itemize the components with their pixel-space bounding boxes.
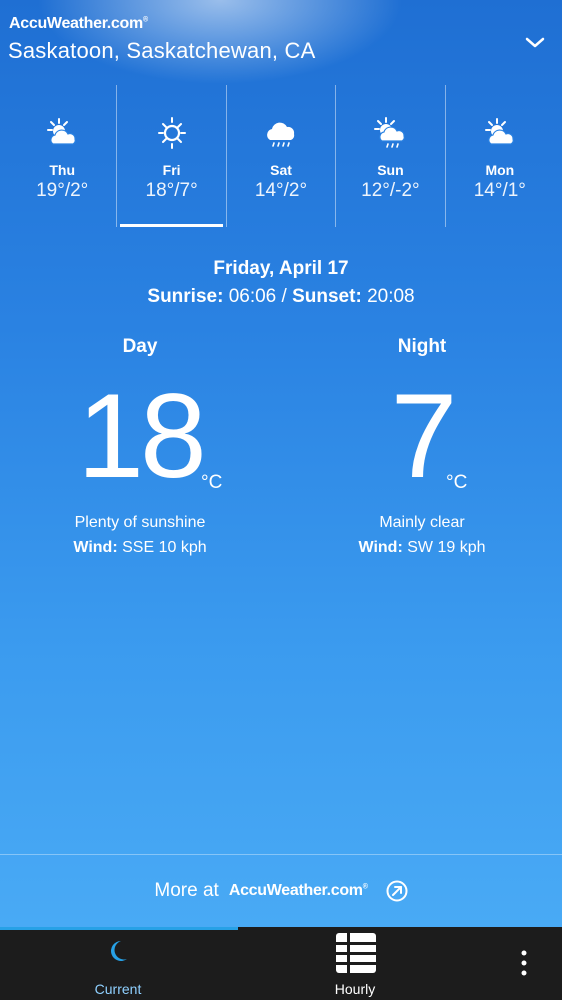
- sunrise-time: 06:06: [228, 286, 277, 307]
- sunrise-label: Sunrise:: [147, 286, 224, 307]
- bottom-navigation: Current Hourly: [0, 927, 562, 1000]
- tab-current[interactable]: Current: [68, 927, 168, 1000]
- date-block: Friday, April 17 Sunrise: 06:06 / Sunset…: [0, 258, 562, 308]
- day-temperature: 18: [77, 369, 206, 503]
- overflow-menu-icon[interactable]: [514, 950, 534, 976]
- day-wind: Wind: SSE 10 kph: [0, 539, 280, 557]
- day-wind-value: SSE 10 kph: [122, 539, 207, 556]
- forecast-day-sat[interactable]: Sat 14°/2°: [225, 85, 335, 227]
- forecast-day-thu[interactable]: Thu 19°/2°: [8, 85, 116, 227]
- partly-sunny-icon: [484, 118, 514, 145]
- day-forecast: Day 18 °C Plenty of sunshine Wind: SSE 1…: [0, 336, 280, 557]
- day-temps: 18°/7°: [145, 180, 198, 201]
- tab-hourly[interactable]: Hourly: [305, 927, 405, 1000]
- day-temps: 12°/-2°: [361, 180, 420, 201]
- night-heading: Night: [397, 336, 447, 357]
- day-name: Thu: [49, 162, 76, 178]
- day-temps: 14°/1°: [473, 180, 526, 201]
- night-temp-unit: °C: [446, 472, 468, 493]
- night-wind-label: Wind:: [358, 539, 403, 556]
- sun-separator: /: [281, 286, 287, 307]
- night-wind: Wind: SW 19 kph: [282, 539, 562, 557]
- day-name: Sat: [270, 162, 292, 178]
- grid-list-icon: [336, 933, 376, 973]
- day-temp-unit: °C: [201, 472, 223, 493]
- external-link-icon: [386, 880, 408, 902]
- sun-cloud-rain-icon: [374, 117, 406, 148]
- forecast-day-mon[interactable]: Mon 14°/1°: [444, 85, 554, 227]
- rain-cloud-icon: [267, 122, 295, 147]
- accuweather-logo-small: AccuWeather.com®: [228, 882, 368, 899]
- sun-times: Sunrise: 06:06 / Sunset: 20:08: [0, 286, 562, 308]
- day-name: Mon: [485, 162, 515, 178]
- night-forecast: Night 7 °C Mainly clear Wind: SW 19 kph: [282, 336, 562, 557]
- forecast-day-fri[interactable]: Fri 18°/7°: [116, 85, 225, 227]
- accuweather-logo: AccuWeather.com®: [9, 15, 148, 32]
- night-condition: Mainly clear: [379, 514, 465, 531]
- more-label: More at: [154, 880, 219, 901]
- day-temps: 14°/2°: [254, 180, 308, 201]
- more-at-accuweather-link[interactable]: More at AccuWeather.com®: [0, 854, 562, 927]
- sunset-label: Sunset:: [292, 286, 362, 307]
- night-wind-value: SW 19 kph: [407, 539, 486, 556]
- sunny-icon: [157, 117, 186, 149]
- day-wind-label: Wind:: [73, 539, 118, 556]
- forecast-day-sun[interactable]: Sun 12°/-2°: [335, 85, 444, 227]
- day-temps: 19°/2°: [36, 180, 89, 201]
- tab-hourly-label: Hourly: [334, 981, 376, 997]
- day-heading: Day: [122, 336, 158, 357]
- chevron-down-icon[interactable]: [524, 34, 546, 52]
- moon-icon: [111, 941, 127, 961]
- day-condition: Plenty of sunshine: [74, 514, 206, 531]
- night-temperature: 7: [390, 369, 458, 503]
- day-name: Sun: [377, 162, 404, 178]
- partly-sunny-icon: [47, 118, 77, 145]
- day-name: Fri: [162, 162, 181, 178]
- tab-current-label: Current: [94, 981, 142, 997]
- selected-date: Friday, April 17: [213, 258, 349, 279]
- sunset-time: 20:08: [367, 286, 415, 307]
- forecast-day-strip: Thu 19°/2° Fri 18°/7° Sat 14°/2° Sun 12°…: [8, 85, 554, 227]
- location-title[interactable]: Saskatoon, Saskatchewan, CA: [8, 38, 315, 64]
